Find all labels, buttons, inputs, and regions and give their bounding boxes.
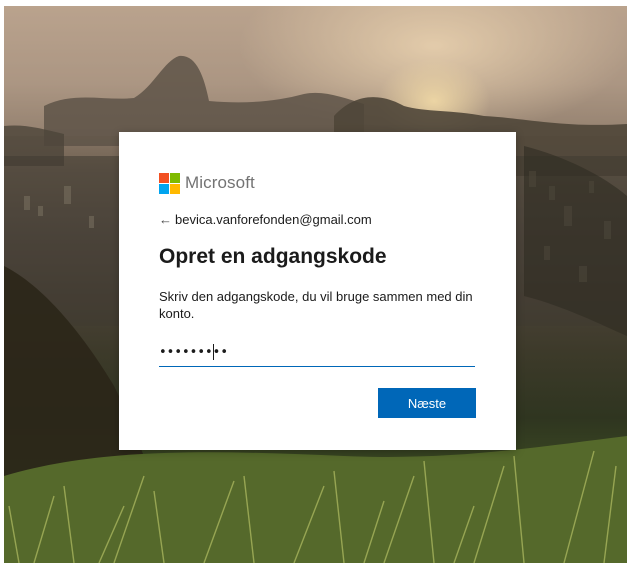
logo-square-blue bbox=[159, 183, 169, 194]
brand-header: Microsoft bbox=[159, 172, 255, 194]
logo-square-green bbox=[170, 172, 180, 183]
page-title: Opret en adgangskode bbox=[159, 245, 387, 268]
text-caret bbox=[213, 344, 214, 360]
next-button[interactable]: Næste bbox=[378, 388, 476, 418]
password-input[interactable] bbox=[159, 342, 475, 362]
identity-email: bevica.vanforefonden@gmail.com bbox=[175, 212, 372, 227]
signin-card: Microsoft ← bevica.vanforefonden@gmail.c… bbox=[119, 132, 516, 450]
description-text: Skriv den adgangskode, du vil bruge samm… bbox=[159, 289, 473, 321]
password-field[interactable] bbox=[159, 338, 475, 367]
logo-square-red bbox=[159, 172, 169, 183]
identity-banner[interactable]: ← bevica.vanforefonden@gmail.com bbox=[159, 212, 372, 227]
back-arrow-icon[interactable]: ← bbox=[159, 212, 175, 227]
microsoft-logo-icon bbox=[159, 172, 180, 194]
brand-name: Microsoft bbox=[185, 173, 255, 192]
logo-square-yellow bbox=[170, 183, 180, 194]
background-photo: Microsoft ← bevica.vanforefonden@gmail.c… bbox=[4, 6, 627, 563]
